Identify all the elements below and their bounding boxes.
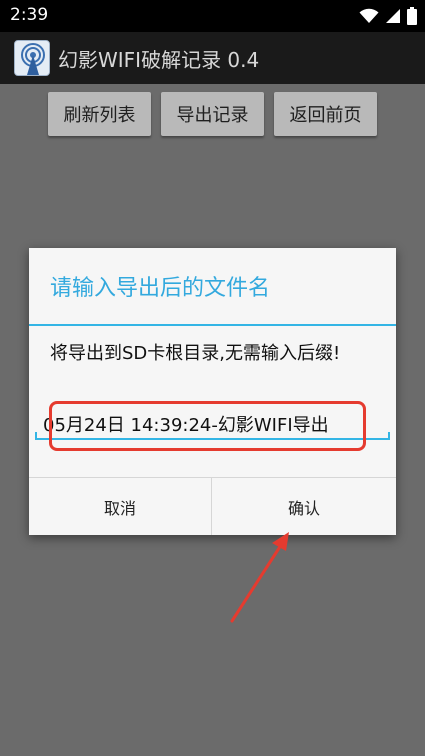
dialog-title: 请输入导出后的文件名: [50, 276, 271, 301]
cellular-signal-icon: [386, 9, 400, 23]
dialog-message: 将导出到SD卡根目录,无需输入后缀!: [50, 343, 341, 364]
export-filename-dialog: 请输入导出后的文件名 将导出到SD卡根目录,无需输入后缀! 取消 确认: [29, 248, 396, 535]
cancel-button[interactable]: 取消: [29, 478, 211, 535]
status-time: 2:39: [10, 5, 49, 25]
action-bar: 幻影WIFI破解记录 0.4: [0, 32, 425, 84]
status-icons: [359, 7, 417, 25]
refresh-list-button[interactable]: 刷新列表: [48, 92, 151, 136]
wifi-tower-app-icon: [14, 40, 50, 76]
wifi-icon: [359, 8, 379, 23]
app-title: 幻影WIFI破解记录 0.4: [58, 48, 260, 72]
filename-input[interactable]: [33, 406, 390, 442]
input-underline: [35, 438, 390, 440]
input-underline-tick-right: [388, 432, 390, 440]
status-bar: 2:39: [0, 0, 425, 32]
dialog-title-divider: [29, 324, 396, 326]
input-underline-tick-left: [35, 432, 37, 440]
filename-input-wrap: [33, 406, 390, 442]
toolbar: 刷新列表 导出记录 返回前页: [0, 92, 425, 136]
confirm-button[interactable]: 确认: [212, 478, 396, 535]
back-button[interactable]: 返回前页: [274, 92, 377, 136]
export-records-button[interactable]: 导出记录: [161, 92, 264, 136]
battery-icon: [407, 7, 417, 25]
